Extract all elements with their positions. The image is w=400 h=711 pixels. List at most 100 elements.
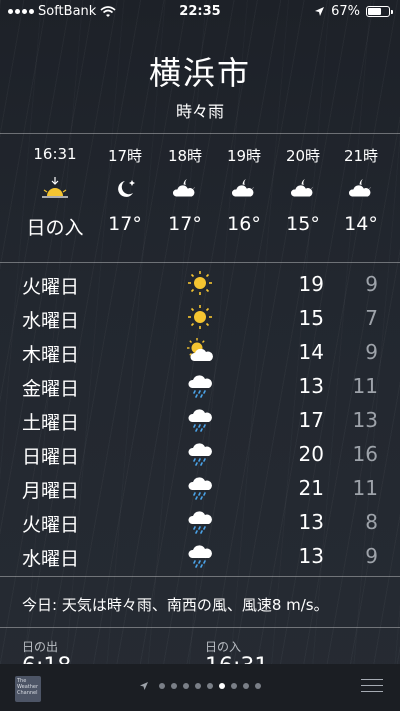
bottom-toolbar: The Weather Channel <box>0 664 400 711</box>
day-name: 土曜日 <box>22 412 80 434</box>
hour-temp: 16° <box>227 213 261 235</box>
hour-item: 18時 17° <box>155 136 215 235</box>
cloudy-night-icon <box>172 179 196 198</box>
hour-time: 17時 <box>107 147 143 165</box>
day-name: 火曜日 <box>22 514 80 536</box>
page-indicator[interactable] <box>0 681 400 691</box>
page-dot[interactable] <box>159 683 165 689</box>
page-dot[interactable] <box>195 683 201 689</box>
hour-item: 21時 14° <box>331 136 391 235</box>
day-name: 火曜日 <box>22 276 80 298</box>
day-name: 金曜日 <box>22 378 80 400</box>
partial-icon <box>0 165 22 213</box>
day-low: 7 <box>365 306 378 330</box>
partly-cloudy-icon <box>187 338 213 361</box>
daily-forecast[interactable]: 火曜日 19 9 水曜日 15 7 木曜日 14 9 金曜日 13 11 土曜日… <box>0 266 400 572</box>
divider <box>0 627 400 628</box>
hour-time: 16:31 <box>33 145 77 163</box>
list-icon[interactable] <box>361 679 383 697</box>
hour-item: 19時 16° <box>214 136 274 235</box>
hour-temp: 17° <box>168 213 202 235</box>
day-row: 金曜日 13 11 <box>0 368 400 402</box>
city-name: 横浜市 <box>148 54 251 92</box>
day-high: 13 <box>298 374 324 398</box>
page-dot[interactable] <box>243 683 249 689</box>
day-name: 水曜日 <box>22 310 80 332</box>
day-high: 17 <box>298 408 324 432</box>
battery-icon <box>366 6 393 17</box>
sun-details: 日の出 6:18 日の入 16:31 <box>0 638 400 665</box>
rain-cloud-icon <box>188 443 212 466</box>
day-row: 土曜日 17 13 <box>0 402 400 436</box>
day-row: 水曜日 15 7 <box>0 300 400 334</box>
sunset-icon <box>42 177 68 198</box>
day-low: 13 <box>352 408 378 432</box>
current-condition: 時々雨 <box>175 102 224 121</box>
day-low: 16 <box>352 442 378 466</box>
day-row: 火曜日 13 8 <box>0 504 400 538</box>
day-name: 木曜日 <box>22 344 80 366</box>
hour-temp: 日の入 <box>26 217 84 239</box>
battery-level <box>368 8 382 15</box>
page-dot[interactable] <box>207 683 213 689</box>
hour-time: 19時 <box>226 147 262 165</box>
day-row: 日曜日 20 16 <box>0 436 400 470</box>
moon-icon <box>118 180 135 197</box>
rain-cloud-icon <box>188 477 212 500</box>
hour-time: 18時 <box>167 147 203 165</box>
hour-item: 20時 15° <box>273 136 333 235</box>
day-row: 月曜日 21 11 <box>0 470 400 504</box>
today-summary: 今日: 天気は時々雨、南西の風、風速8 m/s。 <box>22 596 329 614</box>
day-name: 水曜日 <box>22 548 80 570</box>
rain-cloud-icon <box>188 511 212 534</box>
day-name: 日曜日 <box>22 446 80 468</box>
location-arrow-icon <box>315 7 325 16</box>
sunset-label: 日の入 <box>205 640 242 654</box>
hour-temp: 14° <box>344 213 378 235</box>
day-row: 火曜日 19 9 <box>0 266 400 300</box>
day-high: 14 <box>298 340 324 364</box>
hour-item: 16:31 日の入 <box>25 136 85 240</box>
day-low: 9 <box>365 272 378 296</box>
divider <box>0 262 400 263</box>
day-name: 月曜日 <box>22 480 80 502</box>
sunrise-label: 日の出 <box>22 640 59 654</box>
day-high: 20 <box>298 442 324 466</box>
sun-icon <box>188 271 212 295</box>
hour-item: 17時 17° <box>95 136 155 235</box>
hour-item: 時 <box>0 136 22 213</box>
hour-time: 時 <box>0 145 22 165</box>
day-high: 13 <box>298 544 324 568</box>
day-row: 水曜日 13 9 <box>0 538 400 572</box>
rain-cloud-icon <box>188 409 212 432</box>
hour-time: 20時 <box>285 147 321 165</box>
location-header: 横浜市 時々雨 <box>0 48 400 122</box>
rain-cloud-icon <box>188 375 212 398</box>
hour-time: 21時 <box>343 147 379 165</box>
page-dot[interactable] <box>255 683 261 689</box>
page-dot[interactable] <box>219 683 225 689</box>
day-low: 11 <box>352 374 378 398</box>
hourly-forecast[interactable]: 時 16:31 日の入 17時 17° 18時 <box>0 136 400 262</box>
page-dot[interactable] <box>183 683 189 689</box>
battery-percent: 67% <box>331 4 360 19</box>
day-low: 11 <box>352 476 378 500</box>
divider <box>0 133 400 134</box>
cloudy-night-icon <box>231 179 255 198</box>
cloudy-night-icon <box>348 179 372 198</box>
hour-temp: 15° <box>286 213 320 235</box>
status-bar: SoftBank 22:35 67% <box>0 0 400 24</box>
divider <box>0 576 400 577</box>
day-high: 21 <box>298 476 324 500</box>
page-dot[interactable] <box>171 683 177 689</box>
day-low: 8 <box>365 510 378 534</box>
day-row: 木曜日 14 9 <box>0 334 400 368</box>
day-high: 13 <box>298 510 324 534</box>
day-low: 9 <box>365 340 378 364</box>
page-dot[interactable] <box>231 683 237 689</box>
day-high: 19 <box>298 272 324 296</box>
day-low: 9 <box>365 544 378 568</box>
location-arrow-icon <box>140 682 148 690</box>
cloudy-night-icon <box>290 179 314 198</box>
day-high: 15 <box>298 306 324 330</box>
